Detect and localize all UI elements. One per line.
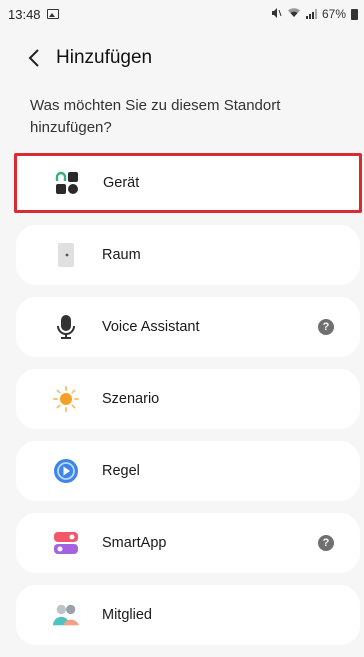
help-icon[interactable]: ? <box>318 535 334 551</box>
option-label: Regel <box>102 463 140 479</box>
option-label: Gerät <box>103 175 140 191</box>
option-scene[interactable]: Szenario <box>16 369 360 429</box>
page-title: Hinzufügen <box>56 47 153 68</box>
mute-icon <box>270 7 282 22</box>
status-bar: 13:48 67% <box>0 0 364 28</box>
header: Hinzufügen <box>0 38 364 78</box>
option-member[interactable]: Mitglied <box>16 585 360 645</box>
status-left: 13:48 <box>8 7 59 22</box>
smartapp-icon <box>52 529 80 557</box>
help-icon[interactable]: ? <box>318 319 334 335</box>
option-voice-assistant[interactable]: Voice Assistant ? <box>16 297 360 357</box>
room-door-icon <box>52 241 80 269</box>
add-options-list: Gerät Raum Voice Assistant ? Szenario Re… <box>14 153 362 657</box>
option-label: Voice Assistant <box>102 319 200 335</box>
automation-icon <box>52 457 80 485</box>
option-label: Mitglied <box>102 607 152 623</box>
sun-icon <box>52 385 80 413</box>
battery-percent: 67% <box>321 7 346 21</box>
status-time: 13:48 <box>8 6 41 22</box>
option-room[interactable]: Raum <box>16 225 360 285</box>
option-device[interactable]: Gerät <box>14 153 362 213</box>
option-label: SmartApp <box>102 535 167 551</box>
status-right: 67% <box>270 7 358 22</box>
back-button[interactable] <box>12 38 56 78</box>
option-label: Raum <box>102 247 141 263</box>
prompt-text: Was möchten Sie zu diesem Standort hinzu… <box>30 97 281 136</box>
device-icon <box>53 169 81 197</box>
signal-icon <box>305 9 317 19</box>
option-rule[interactable]: Regel <box>16 441 360 501</box>
option-label: Szenario <box>102 391 160 407</box>
microphone-icon <box>52 313 80 341</box>
members-icon <box>52 601 80 629</box>
wifi-icon <box>287 7 301 21</box>
option-smartapp[interactable]: SmartApp ? <box>16 513 360 573</box>
chevron-left-icon <box>28 49 39 67</box>
gallery-notification-icon <box>46 9 59 19</box>
battery-icon <box>351 8 358 20</box>
